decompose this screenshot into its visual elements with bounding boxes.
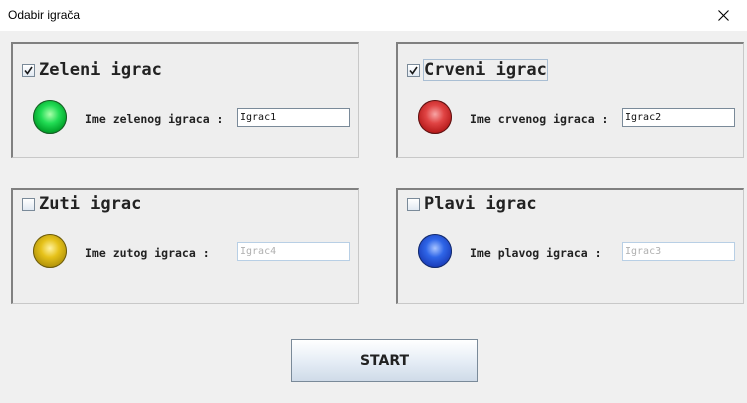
red-player-orb-icon <box>418 100 452 134</box>
panel-green-player: Zeleni igrac Ime zelenog igraca : <box>11 42 359 158</box>
name-label: Ime zelenog igraca : <box>85 112 224 126</box>
close-icon <box>718 10 729 21</box>
red-player-name-input[interactable] <box>622 108 735 127</box>
yellow-player-orb-icon <box>33 234 67 268</box>
checkbox-box[interactable] <box>22 64 35 77</box>
checkbox-label: Crveni igrac <box>423 59 548 81</box>
name-label: Ime zutog igraca : <box>85 246 210 260</box>
name-label: Ime crvenog igraca : <box>470 112 609 126</box>
green-player-name-input[interactable] <box>237 108 350 127</box>
panel-yellow-player: Zuti igrac Ime zutog igraca : <box>11 188 359 304</box>
checkbox-label: Zeleni igrac <box>39 60 162 80</box>
checkbox-box[interactable] <box>407 198 420 211</box>
panel-blue-player: Plavi igrac Ime plavog igraca : <box>396 188 744 304</box>
blue-player-orb-icon <box>418 234 452 268</box>
checkbox-yellow-player[interactable]: Zuti igrac <box>22 193 143 215</box>
check-icon <box>24 66 33 75</box>
close-button[interactable] <box>701 0 747 31</box>
checkbox-label: Plavi igrac <box>424 194 537 214</box>
checkbox-red-player[interactable]: Crveni igrac <box>407 59 549 81</box>
blue-player-name-input[interactable] <box>622 242 735 261</box>
checkbox-box[interactable] <box>22 198 35 211</box>
checkbox-label: Zuti igrac <box>39 194 142 214</box>
window-title: Odabir igrača <box>8 8 81 22</box>
checkbox-box[interactable] <box>407 64 420 77</box>
start-button[interactable]: START <box>291 339 478 382</box>
title-bar: Odabir igrača <box>0 0 747 31</box>
panel-red-player: Crveni igrac Ime crvenog igraca : <box>396 42 744 158</box>
yellow-player-name-input[interactable] <box>237 242 350 261</box>
check-icon <box>409 66 418 75</box>
checkbox-blue-player[interactable]: Plavi igrac <box>407 193 539 215</box>
checkbox-green-player[interactable]: Zeleni igrac <box>22 59 164 81</box>
name-label: Ime plavog igraca : <box>470 246 602 260</box>
green-player-orb-icon <box>33 100 67 134</box>
